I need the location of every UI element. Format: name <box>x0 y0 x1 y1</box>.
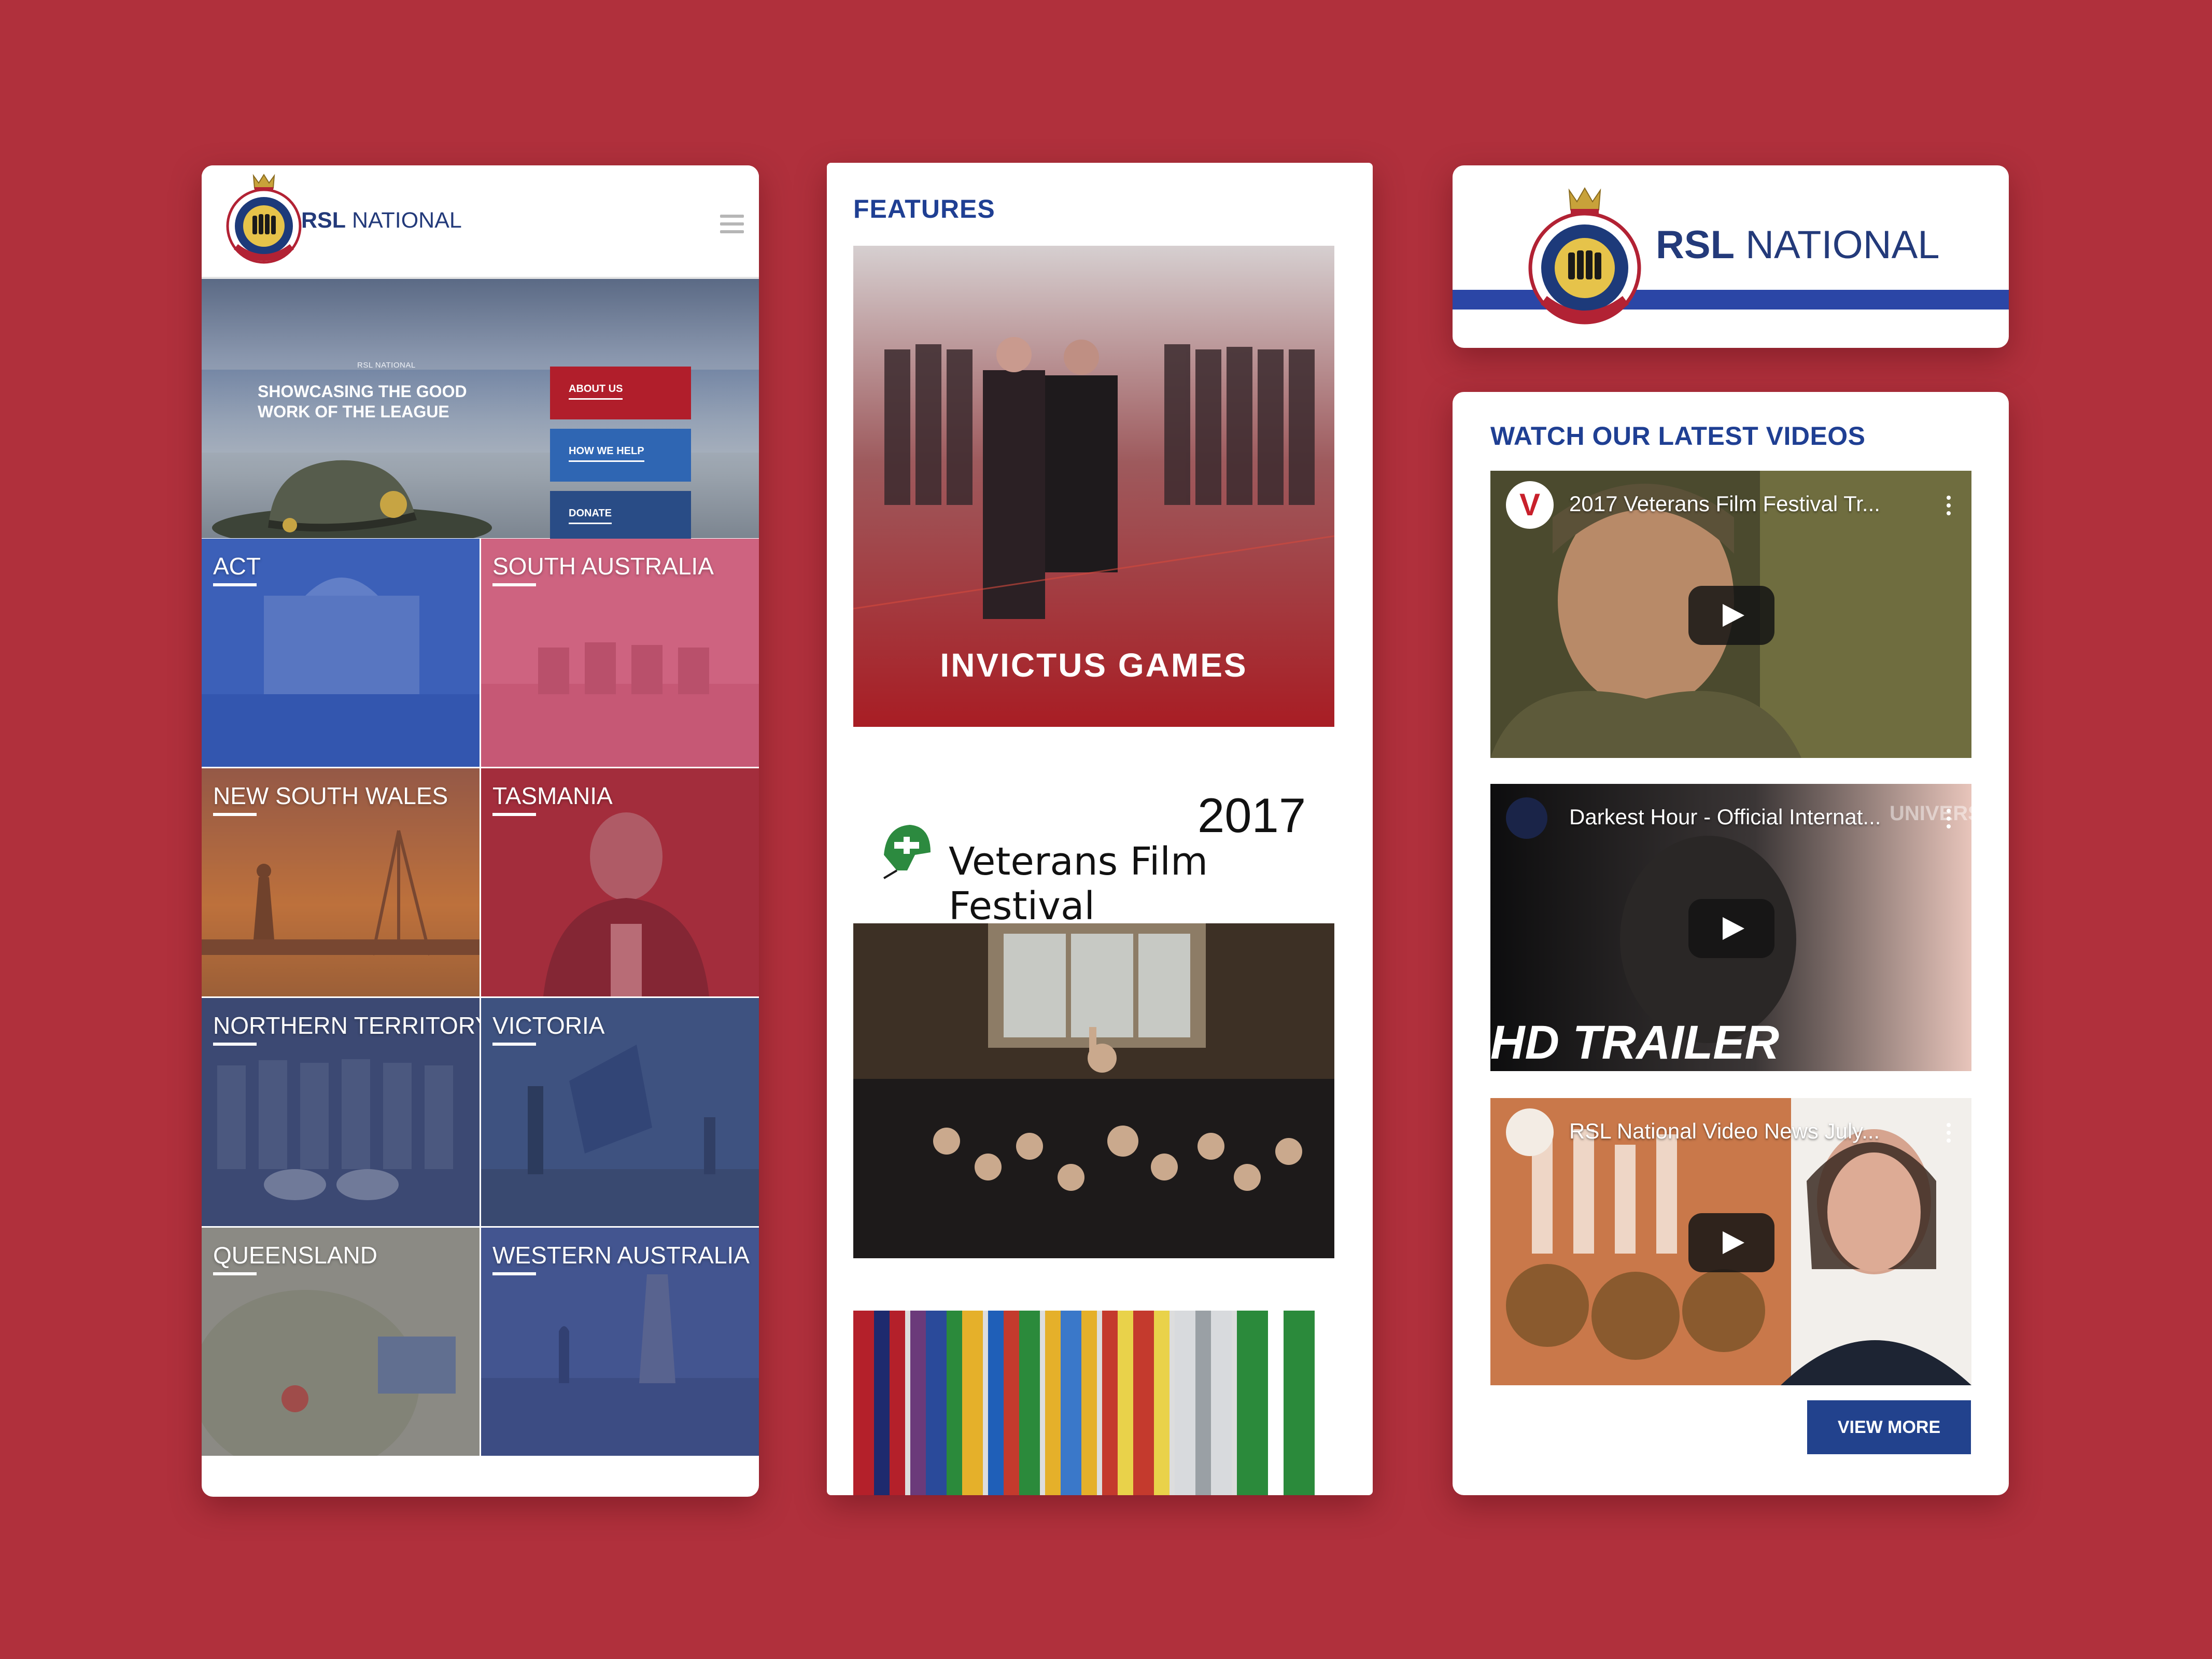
brand-name: RSL NATIONAL <box>1656 222 1940 268</box>
state-label: ACT <box>213 553 261 580</box>
channel-avatar[interactable] <box>1506 1108 1554 1156</box>
state-label: NEW SOUTH WALES <box>213 782 448 809</box>
mobile-home-screen: RSL NATIONAL RSL NATIONAL SHOWCASING THE… <box>202 165 759 1497</box>
brand-rest: NATIONAL <box>1735 223 1940 267</box>
videos-heading: WATCH OUR LATEST VIDEOS <box>1490 421 1866 451</box>
brand-name: RSL NATIONAL <box>301 208 462 233</box>
features-heading: FEATURES <box>853 194 995 223</box>
feature-film-still[interactable] <box>853 923 1334 1258</box>
state-label: TASMANIA <box>492 782 613 809</box>
video-title: 2017 Veterans Film Festival Tr... <box>1569 491 1880 516</box>
hamburger-icon[interactable] <box>720 215 744 233</box>
how-we-help-label: HOW WE HELP <box>569 445 644 462</box>
donate-label: DONATE <box>569 508 612 524</box>
video-veterans-film-festival[interactable]: V 2017 Veterans Film Festival Tr... <box>1490 471 1971 758</box>
hero-title: SHOWCASING THE GOOD WORK OF THE LEAGUE <box>258 382 467 421</box>
state-tile-south-australia[interactable]: SOUTH AUSTRALIA <box>481 539 759 767</box>
more-options-icon[interactable] <box>1947 809 1951 832</box>
video-title: RSL National Video News July... <box>1569 1119 1880 1143</box>
videos-screen: WATCH OUR LATEST VIDEOS V 2017 Veterans … <box>1453 392 2009 1495</box>
video-darkest-hour-trailer[interactable]: HD TRAILER UNIVERSA Darkest Hour - Offic… <box>1490 784 1971 1071</box>
state-tile-new-south-wales[interactable]: NEW SOUTH WALES <box>202 768 480 996</box>
festival-year: 2017 <box>1197 788 1306 842</box>
rsl-logo[interactable] <box>222 172 305 270</box>
veterans-film-festival-logo[interactable]: 2017 Veterans Film Festival <box>879 788 1325 929</box>
state-tile-tasmania[interactable]: TASMANIA <box>481 768 759 996</box>
hero-kicker: RSL NATIONAL <box>357 361 416 370</box>
play-icon[interactable] <box>1688 899 1774 958</box>
state-tile-act[interactable]: ACT <box>202 539 480 767</box>
slouch-hat-image <box>212 460 492 538</box>
festival-name: Veterans Film Festival <box>949 839 1208 929</box>
video-rsl-news-july[interactable]: RSL National Video News July... <box>1490 1098 1971 1385</box>
brand-rest: NATIONAL <box>346 208 462 233</box>
play-icon[interactable] <box>1688 1213 1774 1272</box>
darkest-hour-photo <box>853 923 1334 1258</box>
channel-avatar[interactable] <box>1506 797 1547 839</box>
helmet-icon <box>883 825 931 879</box>
brand-strong: RSL <box>1656 223 1735 267</box>
header-banner: RSL NATIONAL <box>1453 165 2009 348</box>
state-tile-western-australia[interactable]: WESTERN AUSTRALIA <box>481 1228 759 1456</box>
more-options-icon[interactable] <box>1947 1123 1951 1146</box>
invictus-label: INVICTUS GAMES <box>940 646 1248 684</box>
medal-ribbons-image <box>853 1311 1334 1495</box>
rsl-logo[interactable] <box>1525 185 1644 335</box>
state-label: QUEENSLAND <box>213 1242 377 1269</box>
video-title: Darkest Hour - Official Internat... <box>1569 805 1881 829</box>
channel-logo: V <box>1507 482 1553 528</box>
medal-ribbons-photo <box>853 1311 1334 1495</box>
state-tile-northern-territory[interactable]: NORTHERN TERRITORY <box>202 998 480 1226</box>
state-tile-queensland[interactable]: QUEENSLAND <box>202 1228 480 1456</box>
how-we-help-button[interactable]: HOW WE HELP <box>550 429 691 482</box>
state-label: SOUTH AUSTRALIA <box>492 553 714 580</box>
feature-invictus-games[interactable]: INVICTUS GAMES <box>853 246 1334 727</box>
state-label: WESTERN AUSTRALIA <box>492 1242 750 1269</box>
more-options-icon[interactable] <box>1947 496 1951 519</box>
site-header: RSL NATIONAL <box>202 165 759 279</box>
svg-text:HD TRAILER: HD TRAILER <box>1490 1016 1779 1069</box>
play-icon[interactable] <box>1688 586 1774 645</box>
state-tile-victoria[interactable]: VICTORIA <box>481 998 759 1226</box>
svg-text:V: V <box>1519 487 1540 522</box>
about-us-button[interactable]: ABOUT US <box>550 367 691 419</box>
view-more-button[interactable]: VIEW MORE <box>1807 1400 1971 1454</box>
channel-avatar[interactable]: V <box>1506 481 1554 529</box>
about-us-label: ABOUT US <box>569 383 623 400</box>
brand-strong: RSL <box>301 208 346 233</box>
state-label: VICTORIA <box>492 1012 605 1039</box>
donate-button[interactable]: DONATE <box>550 491 691 544</box>
features-screen: FEATURES INVICTUS GAMES 2017 Veterans Fi… <box>827 163 1373 1495</box>
svg-text:UNIVERSA: UNIVERSA <box>1890 802 1971 825</box>
state-label: NORTHERN TERRITORY <box>213 1012 480 1039</box>
